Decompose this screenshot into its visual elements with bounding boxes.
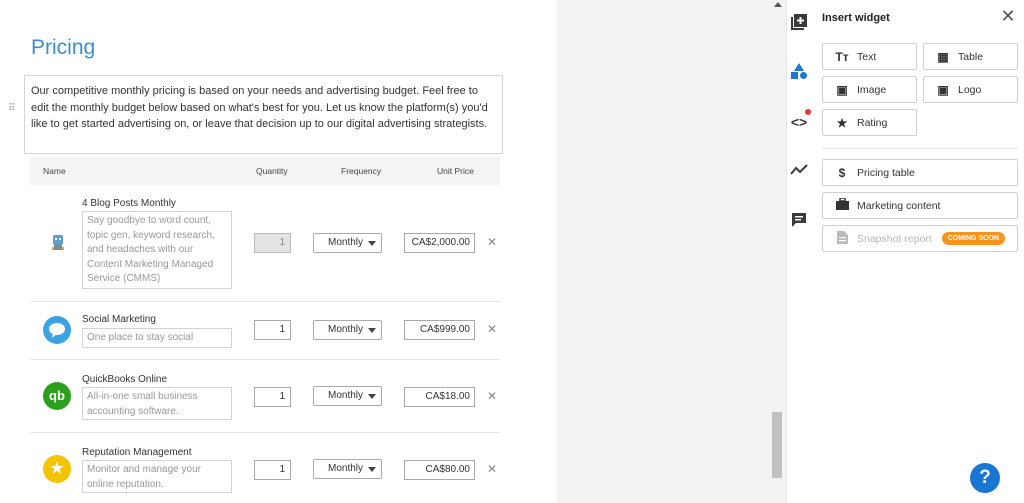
snapshot-report-widget-button: Snapshot report COMING SOON	[822, 225, 1018, 252]
pricing-table-widget-button[interactable]: $ Pricing table	[822, 159, 1018, 186]
table-widget-button[interactable]: ▦ Table	[923, 43, 1018, 70]
unit-price-input[interactable]: CA$2,000.00	[404, 233, 475, 253]
image-icon: ▣	[937, 82, 949, 97]
product-name: Social Marketing	[82, 314, 156, 325]
caret-down-icon	[368, 467, 376, 472]
comment-icon[interactable]	[789, 211, 809, 231]
quantity-input[interactable]: 1	[254, 320, 291, 340]
marketing-content-widget-button[interactable]: Marketing content	[822, 192, 1018, 219]
panel-title: Insert widget	[822, 12, 890, 24]
panel-divider	[822, 148, 1018, 149]
scroll-up-arrow-icon[interactable]	[774, 2, 782, 7]
frequency-value: Monthly	[328, 324, 364, 335]
star-icon: ★	[836, 115, 848, 130]
product-name: 4 Blog Posts Monthly	[82, 198, 176, 209]
remove-row-icon[interactable]: ✕	[487, 322, 497, 336]
column-header-frequency: Frequency	[341, 166, 382, 176]
caret-down-icon	[368, 328, 376, 333]
shapes-icon[interactable]	[789, 62, 809, 82]
frequency-value: Monthly	[328, 390, 364, 401]
add-block-icon[interactable]	[789, 13, 809, 33]
page-title: Pricing	[31, 36, 96, 59]
logo-widget-button[interactable]: ▣ Logo	[923, 76, 1018, 103]
close-icon[interactable]: ✕	[999, 7, 1017, 25]
quantity-input[interactable]: 1	[254, 460, 291, 480]
star-icon: ★	[43, 455, 71, 483]
frequency-value: Monthly	[328, 463, 364, 474]
drag-handle-icon[interactable]: ⠿	[8, 104, 16, 114]
image-widget-button[interactable]: ▣ Image	[822, 76, 917, 103]
quantity-input[interactable]: 1	[254, 387, 291, 407]
unit-price-input[interactable]: CA$999.00	[404, 320, 475, 340]
briefcase-icon	[835, 197, 849, 213]
product-description-field[interactable]: Say goodbye to word count, topic gen, ke…	[82, 211, 232, 289]
scrollbar-thumb[interactable]	[772, 412, 782, 478]
frequency-select[interactable]: Monthly	[313, 320, 382, 340]
row-divider	[30, 301, 500, 302]
rating-widget-button[interactable]: ★ Rating	[822, 109, 917, 136]
chart-line-icon[interactable]	[789, 161, 809, 181]
robot-icon	[44, 228, 72, 256]
image-add-icon: ▣	[836, 82, 848, 97]
coming-soon-badge: COMING SOON	[941, 232, 1006, 245]
frequency-select[interactable]: Monthly	[313, 386, 382, 406]
document-icon	[835, 230, 849, 247]
remove-row-icon[interactable]: ✕	[487, 235, 497, 249]
remove-row-icon[interactable]: ✕	[487, 462, 497, 476]
text-widget-button[interactable]: Tт Text	[822, 43, 917, 70]
column-header-unit-price: Unit Price	[437, 166, 474, 176]
product-name: QuickBooks Online	[82, 374, 168, 385]
pricing-table-header: Name Quantity Frequency Unit Price	[30, 157, 500, 185]
quickbooks-logo-icon: qb	[43, 382, 71, 410]
caret-down-icon	[368, 394, 376, 399]
product-description-field[interactable]: All-in-one small business accounting sof…	[82, 387, 232, 420]
chat-bubble-icon	[43, 316, 71, 344]
row-divider	[30, 432, 500, 433]
code-icon[interactable]: <>	[789, 112, 809, 132]
frequency-select[interactable]: Monthly	[313, 233, 382, 253]
unit-price-input[interactable]: CA$18.00	[404, 387, 475, 407]
dollar-icon: $	[838, 165, 846, 180]
column-header-name: Name	[43, 166, 66, 176]
text-type-icon: Tт	[835, 49, 849, 64]
remove-row-icon[interactable]: ✕	[487, 389, 497, 403]
product-description-field[interactable]: One place to stay social	[82, 328, 232, 348]
table-icon: ▦	[937, 49, 949, 64]
intro-text-block[interactable]: Our competitive monthly pricing is based…	[24, 75, 503, 154]
caret-down-icon	[368, 241, 376, 246]
canvas-background	[557, 0, 770, 503]
row-divider	[30, 359, 500, 360]
frequency-value: Monthly	[328, 237, 364, 248]
quantity-input[interactable]: 1	[254, 233, 291, 253]
document-canvas: Pricing ⠿ Our competitive monthly pricin…	[0, 0, 557, 503]
frequency-select[interactable]: Monthly	[313, 459, 382, 479]
column-header-quantity: Quantity	[256, 166, 288, 176]
product-description-field[interactable]: Monitor and manage your online reputatio…	[82, 460, 232, 493]
unit-price-input[interactable]: CA$80.00	[404, 460, 475, 480]
product-name: Reputation Management	[82, 447, 192, 458]
help-button[interactable]: ?	[970, 463, 1000, 493]
